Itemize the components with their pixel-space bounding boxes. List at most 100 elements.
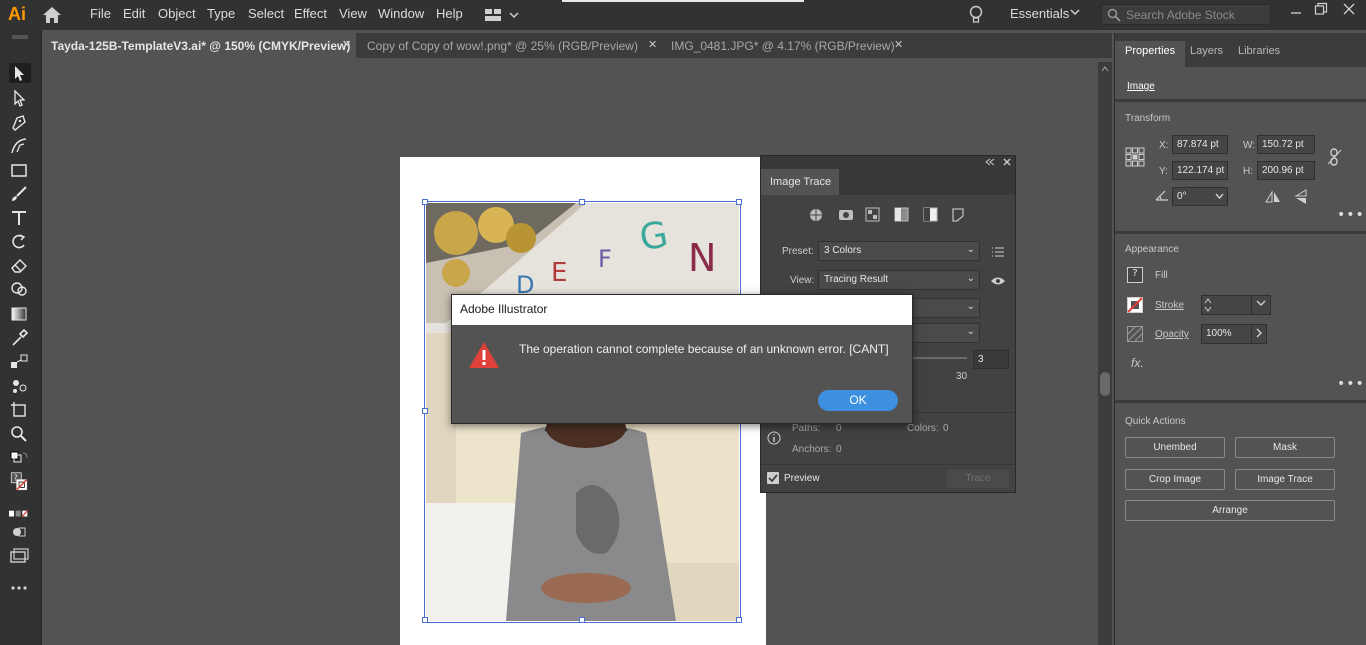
type-tool[interactable] [9, 208, 31, 228]
eye-icon[interactable] [990, 275, 1006, 287]
close-window-icon[interactable] [1342, 2, 1356, 20]
menu-effect[interactable]: Effect [294, 6, 327, 21]
tab-document-3[interactable]: IMG_0481.JPG* @ 4.17% (RGB/Preview) ✕ [664, 33, 912, 58]
home-button[interactable] [42, 6, 62, 24]
close-panel-icon[interactable] [1003, 158, 1011, 166]
image-trace-button[interactable]: Image Trace [1235, 469, 1335, 490]
fx-button[interactable]: fx. [1131, 356, 1144, 370]
stroke-label[interactable]: Stroke [1155, 300, 1184, 311]
tab-document-1[interactable]: Tayda-125B-TemplateV3.ai* @ 150% (CMYK/P… [42, 33, 356, 58]
zoom-tool[interactable] [9, 424, 31, 444]
close-tab-icon[interactable]: ✕ [894, 38, 903, 51]
shape-builder-tool[interactable] [9, 280, 31, 300]
direct-selection-tool[interactable] [9, 88, 31, 108]
view-select[interactable]: Tracing Result ⌄ [818, 270, 980, 290]
preview-checkbox[interactable] [767, 472, 779, 484]
stroke-weight-input[interactable] [1201, 295, 1253, 315]
y-input[interactable]: 122.174 pt [1172, 161, 1228, 180]
workspace-switcher[interactable]: Essentials [1010, 6, 1069, 21]
preset-select[interactable]: 3 Colors ⌄ [818, 241, 980, 261]
minimize-icon[interactable] [1290, 4, 1302, 20]
resize-handle[interactable] [422, 617, 428, 623]
default-colors-button[interactable] [9, 450, 31, 470]
arrange-documents-button[interactable] [484, 7, 524, 23]
collapse-panel-icon[interactable] [985, 158, 995, 166]
tab-properties[interactable]: Properties [1125, 45, 1175, 57]
more-options-icon[interactable]: ••• [1337, 207, 1365, 223]
lightbulb-icon[interactable] [968, 5, 984, 28]
flip-vertical-icon[interactable] [1294, 189, 1308, 205]
tab-document-2[interactable]: Copy of Copy of wow!.png* @ 25% (RGB/Pre… [356, 33, 664, 58]
menu-edit[interactable]: Edit [123, 6, 145, 21]
opacity-expand[interactable] [1251, 324, 1267, 344]
palette-select[interactable]: ⌄ [911, 323, 980, 343]
edit-toolbar-button[interactable] [9, 578, 31, 598]
paintbrush-tool[interactable] [9, 184, 31, 204]
restore-icon[interactable] [1314, 2, 1328, 20]
eraser-tool[interactable] [9, 256, 31, 276]
w-input[interactable]: 150.72 pt [1257, 135, 1315, 154]
colors-input[interactable]: 3 [973, 350, 1009, 369]
selection-tool[interactable] [9, 63, 31, 83]
arrange-button[interactable]: Arrange [1125, 500, 1335, 521]
ok-button[interactable]: OK [818, 390, 898, 411]
more-options-icon[interactable]: ••• [1337, 376, 1365, 392]
fill-stroke-swatch[interactable]: ? [9, 472, 31, 500]
drawing-mode-button[interactable] [9, 522, 31, 542]
close-tab-icon[interactable]: ✕ [342, 38, 351, 51]
stock-search-input[interactable]: Search Adobe Stock [1101, 4, 1271, 25]
stepper-icon[interactable] [1204, 297, 1212, 313]
resize-handle[interactable] [422, 199, 428, 205]
artboard-tool[interactable] [9, 400, 31, 420]
scrollbar-thumb[interactable] [1100, 372, 1110, 396]
resize-handle[interactable] [579, 199, 585, 205]
menu-window[interactable]: Window [378, 6, 424, 21]
panel-header[interactable] [761, 156, 1015, 169]
tab-image-trace[interactable]: Image Trace [761, 169, 839, 195]
gradient-tool[interactable] [9, 304, 31, 324]
unembed-button[interactable]: Unembed [1125, 437, 1225, 458]
close-tab-icon[interactable]: ✕ [648, 38, 657, 51]
curvature-tool[interactable] [9, 136, 31, 156]
menu-select[interactable]: Select [248, 6, 284, 21]
tab-layers[interactable]: Layers [1190, 45, 1223, 57]
opacity-label[interactable]: Opacity [1155, 329, 1189, 340]
panel-collapse-icon[interactable] [10, 35, 30, 39]
preset-menu-icon[interactable] [991, 246, 1005, 258]
stroke-swatch[interactable] [1127, 297, 1143, 313]
menu-object[interactable]: Object [158, 6, 196, 21]
menu-view[interactable]: View [339, 6, 367, 21]
vertical-scrollbar[interactable] [1098, 62, 1112, 645]
scroll-up-icon[interactable] [1101, 66, 1109, 72]
fill-swatch[interactable]: ? [1127, 267, 1143, 283]
crop-image-button[interactable]: Crop Image [1125, 469, 1225, 490]
menu-type[interactable]: Type [207, 6, 235, 21]
resize-handle[interactable] [736, 199, 742, 205]
menu-file[interactable]: File [90, 6, 111, 21]
tab-libraries[interactable]: Libraries [1238, 45, 1280, 57]
pen-tool[interactable] [9, 112, 31, 132]
rectangle-tool[interactable] [9, 160, 31, 180]
h-input[interactable]: 200.96 pt [1257, 161, 1315, 180]
x-input[interactable]: 87.874 pt [1172, 135, 1228, 154]
screen-mode-button[interactable] [9, 546, 31, 566]
mode-select[interactable]: ⌄ [911, 298, 980, 318]
blend-tool[interactable] [9, 352, 31, 372]
resize-handle[interactable] [422, 408, 428, 414]
eyedropper-tool[interactable] [9, 328, 31, 348]
stroke-weight-dropdown[interactable] [1251, 295, 1271, 315]
constrain-proportions-icon[interactable] [1327, 148, 1343, 166]
opacity-input[interactable]: 100% [1201, 324, 1253, 344]
color-mode-buttons[interactable] [9, 504, 31, 517]
reference-point-icon[interactable] [1125, 147, 1145, 167]
symbol-sprayer-tool[interactable] [9, 376, 31, 396]
mask-button[interactable]: Mask [1235, 437, 1335, 458]
rotate-tool[interactable] [9, 232, 31, 252]
trace-button[interactable]: Trace [947, 470, 1009, 488]
flip-horizontal-icon[interactable] [1265, 190, 1281, 204]
colors-slider[interactable] [911, 357, 967, 359]
resize-handle[interactable] [579, 617, 585, 623]
angle-input[interactable]: 0° [1172, 187, 1228, 206]
resize-handle[interactable] [736, 617, 742, 623]
menu-help[interactable]: Help [436, 6, 463, 21]
